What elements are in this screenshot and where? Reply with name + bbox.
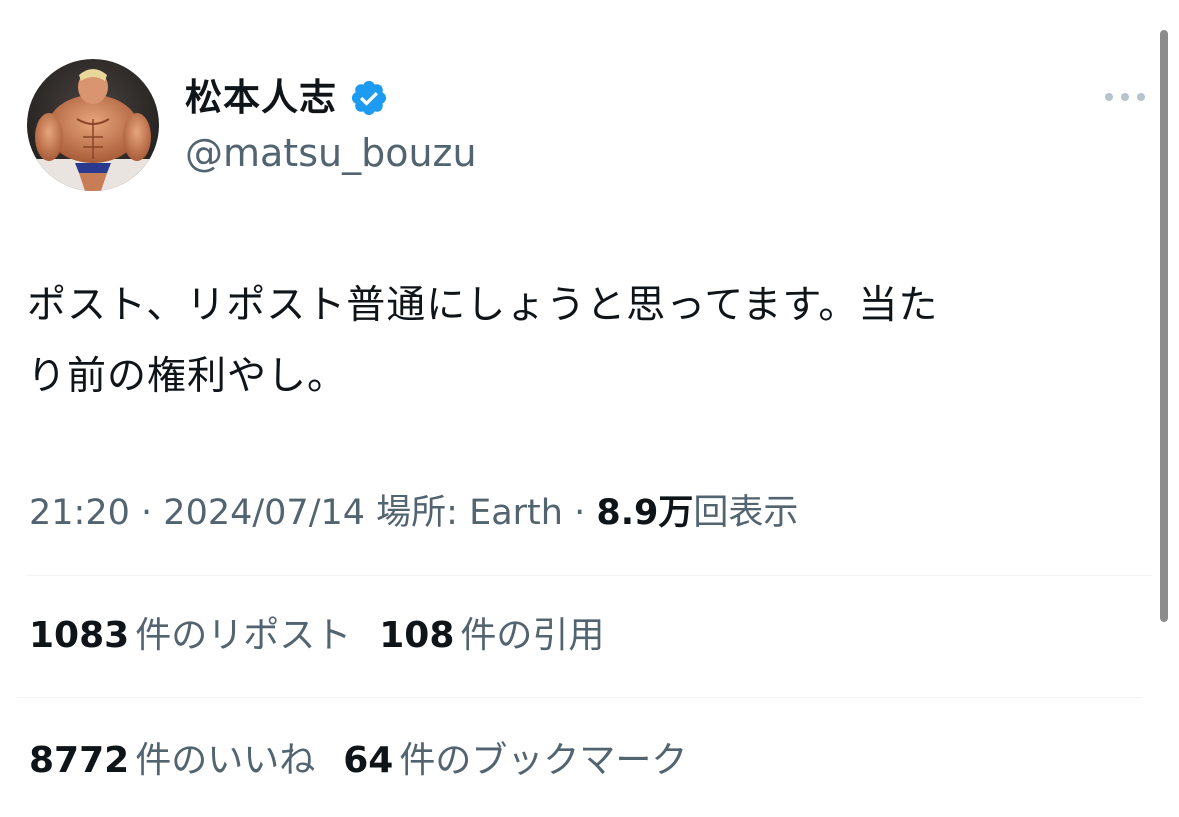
bookmarks-label: 件のブックマーク [399, 740, 688, 781]
divider [17, 697, 1142, 698]
post-date[interactable]: 2024/07/14 [163, 493, 365, 533]
reposts-count: 1083 [29, 615, 130, 656]
stats-row-likes-bookmarks: 8772 件のいいね 64 件のブックマーク [29, 738, 715, 784]
author-display-name[interactable]: 松本人志 [185, 74, 337, 122]
post-text: ポスト、リポスト普通にしょうと思ってます。当た り前の権利やし。 [27, 283, 939, 399]
scrollbar[interactable] [1160, 30, 1168, 622]
more-horizontal-icon[interactable] [1100, 82, 1150, 112]
post-location: 場所: Earth [376, 493, 563, 533]
meta-separator: · [574, 493, 586, 533]
avatar-image [27, 59, 159, 191]
reposts-label: 件のリポスト [135, 615, 352, 656]
likes-count: 8772 [29, 740, 130, 781]
bookmarks-stat[interactable]: 64 件のブックマーク [343, 738, 687, 784]
post-meta: 21:20 · 2024/07/14 場所: Earth · 8.9万回表示 [29, 490, 798, 536]
author-name-row: 松本人志 [185, 74, 389, 122]
likes-label: 件のいいね [135, 740, 316, 781]
author-handle[interactable]: @matsu_bouzu [185, 130, 477, 176]
verified-badge-icon[interactable] [349, 78, 389, 118]
quotes-label: 件の引用 [460, 615, 605, 656]
post-time[interactable]: 21:20 [29, 493, 130, 533]
views-label: 回表示 [693, 493, 799, 533]
reposts-stat[interactable]: 1083 件のリポスト [29, 613, 351, 659]
quotes-stat[interactable]: 108 件の引用 [379, 613, 604, 659]
likes-stat[interactable]: 8772 件のいいね [29, 738, 315, 784]
meta-separator: · [141, 493, 153, 533]
divider [27, 575, 1152, 576]
stats-row-reposts-quotes: 1083 件のリポスト 108 件の引用 [29, 613, 632, 659]
avatar[interactable] [27, 59, 159, 191]
bookmarks-count: 64 [343, 740, 394, 781]
quotes-count: 108 [379, 615, 455, 656]
views-count: 8.9万 [596, 493, 694, 533]
